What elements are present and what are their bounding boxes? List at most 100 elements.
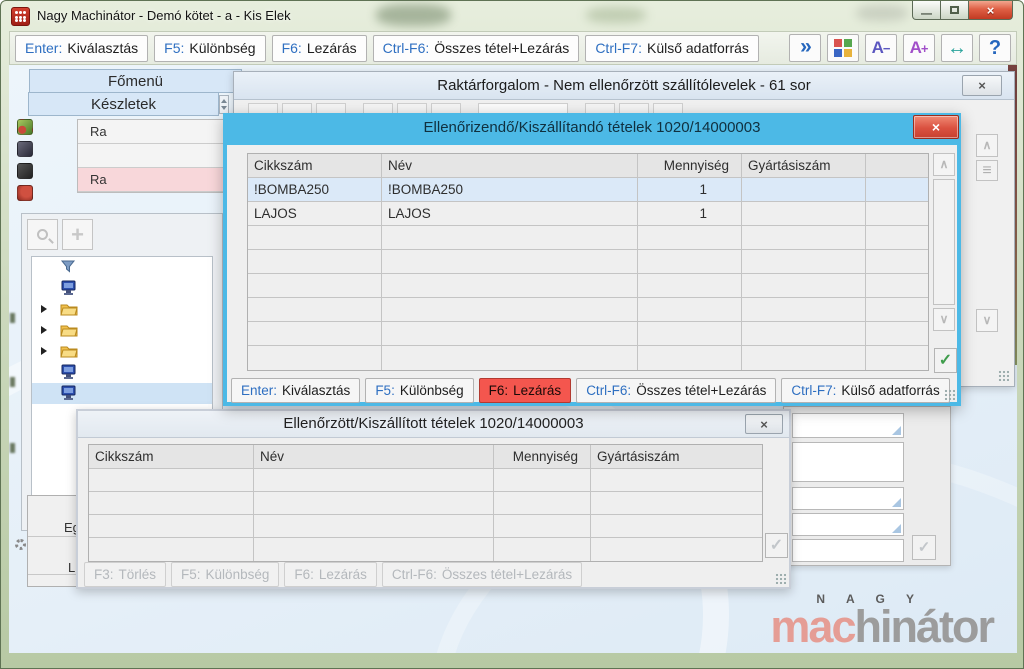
tab-spinner[interactable]: [219, 95, 229, 114]
items-to-check-dialog: Ellenőrizendő/Kiszállítandó tételek 1020…: [223, 113, 961, 406]
table-row-empty[interactable]: [89, 492, 762, 515]
add-button[interactable]: +: [62, 219, 93, 250]
checked-items-titlebar[interactable]: Ellenőrzött/Kiszállított tételek 1020/14…: [78, 411, 789, 438]
sidebar-tool-icon[interactable]: [17, 141, 33, 157]
column-header-quantity[interactable]: Mennyiség: [638, 154, 742, 177]
filter-icon: [60, 260, 76, 273]
f6-close-button-active[interactable]: F6: Lezárás: [478, 378, 572, 403]
confirm-check-button[interactable]: ✓: [934, 348, 957, 373]
app-icon: [11, 7, 30, 26]
combo-field[interactable]: [792, 513, 904, 536]
tree-item-computer[interactable]: [32, 362, 212, 383]
table-row-empty[interactable]: [248, 274, 928, 298]
column-header-extra[interactable]: [866, 154, 928, 177]
column-header-sku[interactable]: Cikkszám: [248, 154, 382, 177]
table-row[interactable]: Ra: [78, 120, 224, 144]
scroll-down-icon[interactable]: ∨: [933, 308, 955, 331]
table-row-empty[interactable]: [89, 515, 762, 538]
tree-item-computer-selected[interactable]: [32, 383, 212, 404]
tree-item-folder[interactable]: [32, 320, 212, 341]
table-row[interactable]: [78, 144, 224, 168]
enter-select-button[interactable]: Enter: Kiválasztás: [231, 378, 361, 403]
checked-items-dialog: Ellenőrzött/Kiszállított tételek 1020/14…: [76, 409, 791, 589]
scroll-thumb[interactable]: [933, 179, 955, 305]
checked-items-close-button[interactable]: ×: [745, 414, 783, 434]
warehouse-close-button[interactable]: ×: [962, 75, 1002, 96]
border-speck: [10, 443, 15, 453]
ctrlf6-all-items-button[interactable]: Ctrl-F6: Összes tétel+Lezárás: [372, 34, 580, 62]
dialog-scrollbar[interactable]: ∧ ∨: [933, 153, 957, 373]
resize-grip[interactable]: [998, 370, 1009, 381]
computer-icon: [61, 364, 76, 379]
minimize-button[interactable]: —: [912, 1, 941, 20]
tree-item-folder[interactable]: [32, 341, 212, 362]
tree-item-filter[interactable]: [32, 257, 212, 278]
f5-difference-button[interactable]: F5: Különbség: [365, 378, 474, 403]
warehouse-traffic-titlebar[interactable]: Raktárforgalom - Nem ellenőrzött szállít…: [234, 72, 1014, 100]
expand-arrow-icon[interactable]: [41, 305, 47, 313]
help-icon[interactable]: ?: [979, 34, 1011, 62]
tree-item-computer[interactable]: [32, 278, 212, 299]
table-row[interactable]: LAJOS LAJOS 1: [248, 202, 928, 226]
ctrlf7-external-source-button[interactable]: Ctrl-F7: Külső adatforrás: [781, 378, 950, 403]
sidebar-tool-icon[interactable]: [17, 163, 33, 179]
table-row-empty[interactable]: [89, 469, 762, 492]
titlebar[interactable]: Nagy Machinátor - Demó kötet - a - Kis E…: [1, 1, 1023, 31]
table-row-alert[interactable]: Ra: [78, 168, 224, 192]
scroll-down-icon[interactable]: ∨: [976, 309, 998, 332]
table-row-empty[interactable]: [248, 298, 928, 322]
warehouse-scrollbar[interactable]: ∧ ≡ ∨: [976, 112, 1000, 382]
confirm-check-button[interactable]: ✓: [912, 535, 936, 560]
sidebar-tab-main-menu[interactable]: Főmenü: [29, 69, 242, 93]
column-header-name[interactable]: Név: [254, 445, 494, 468]
column-header-batch[interactable]: Gyártásiszám: [742, 154, 866, 177]
items-to-check-close-button[interactable]: ×: [913, 115, 959, 139]
sidebar-mini-table: Ra Ra: [77, 119, 225, 193]
confirm-check-button-disabled: ✓: [765, 533, 788, 558]
table-row-empty[interactable]: [248, 346, 928, 370]
table-row-empty[interactable]: [248, 322, 928, 346]
column-header-name[interactable]: Név: [382, 154, 638, 177]
swap-horizontal-icon[interactable]: ↔: [941, 34, 973, 62]
tree-item-folder[interactable]: [32, 299, 212, 320]
column-header-batch[interactable]: Gyártásiszám: [591, 445, 762, 468]
f6-close-button-disabled: F6: Lezárás: [284, 562, 377, 587]
resize-grip[interactable]: [775, 573, 786, 584]
combo-field[interactable]: [792, 487, 904, 510]
scroll-up-icon[interactable]: ∧: [976, 134, 998, 157]
sidebar-tool-icon[interactable]: [17, 185, 33, 201]
column-header-sku[interactable]: Cikkszám: [89, 445, 254, 468]
scroll-up-icon[interactable]: ∧: [933, 153, 955, 176]
fast-forward-icon[interactable]: »: [789, 34, 821, 62]
titlebar-glass-blob: [586, 7, 646, 23]
f6-close-button[interactable]: F6: Lezárás: [271, 34, 367, 62]
text-area-field[interactable]: [792, 442, 904, 482]
close-button[interactable]: ×: [969, 1, 1013, 20]
sidebar-tool-icon[interactable]: [17, 119, 33, 135]
f5-difference-button[interactable]: F5: Különbség: [154, 34, 266, 62]
items-to-check-titlebar[interactable]: Ellenőrizendő/Kiszállítandó tételek 1020…: [223, 113, 961, 145]
ctrlf7-external-source-button[interactable]: Ctrl-F7: Külső adatforrás: [585, 34, 759, 62]
expand-arrow-icon[interactable]: [41, 326, 47, 334]
color-grid-icon[interactable]: [827, 34, 859, 62]
table-row-empty[interactable]: [248, 226, 928, 250]
border-speck: [10, 377, 15, 387]
ctrlf6-all-items-button[interactable]: Ctrl-F6: Összes tétel+Lezárás: [576, 378, 777, 403]
search-button[interactable]: [27, 219, 58, 250]
sidebar-tab-stock[interactable]: Készletek: [28, 92, 219, 116]
table-row-selected[interactable]: !BOMBA250 !BOMBA250 1: [248, 178, 928, 202]
logo-machinator-text: machinátor: [770, 601, 995, 653]
combo-field[interactable]: [792, 413, 904, 438]
enter-select-button[interactable]: Enter: Kiválasztás: [15, 34, 149, 62]
font-larger-icon[interactable]: A +: [903, 34, 935, 62]
expand-arrow-icon[interactable]: [41, 347, 47, 355]
maximize-button[interactable]: [941, 1, 969, 20]
resize-grip[interactable]: [944, 389, 955, 400]
gear-icon[interactable]: [15, 539, 26, 550]
table-row-empty[interactable]: [248, 250, 928, 274]
font-smaller-icon[interactable]: A −: [865, 34, 897, 62]
scroll-thumb[interactable]: ≡: [976, 160, 998, 181]
table-row-empty[interactable]: [89, 538, 762, 561]
text-field[interactable]: [792, 539, 904, 562]
column-header-quantity[interactable]: Mennyiség: [494, 445, 591, 468]
